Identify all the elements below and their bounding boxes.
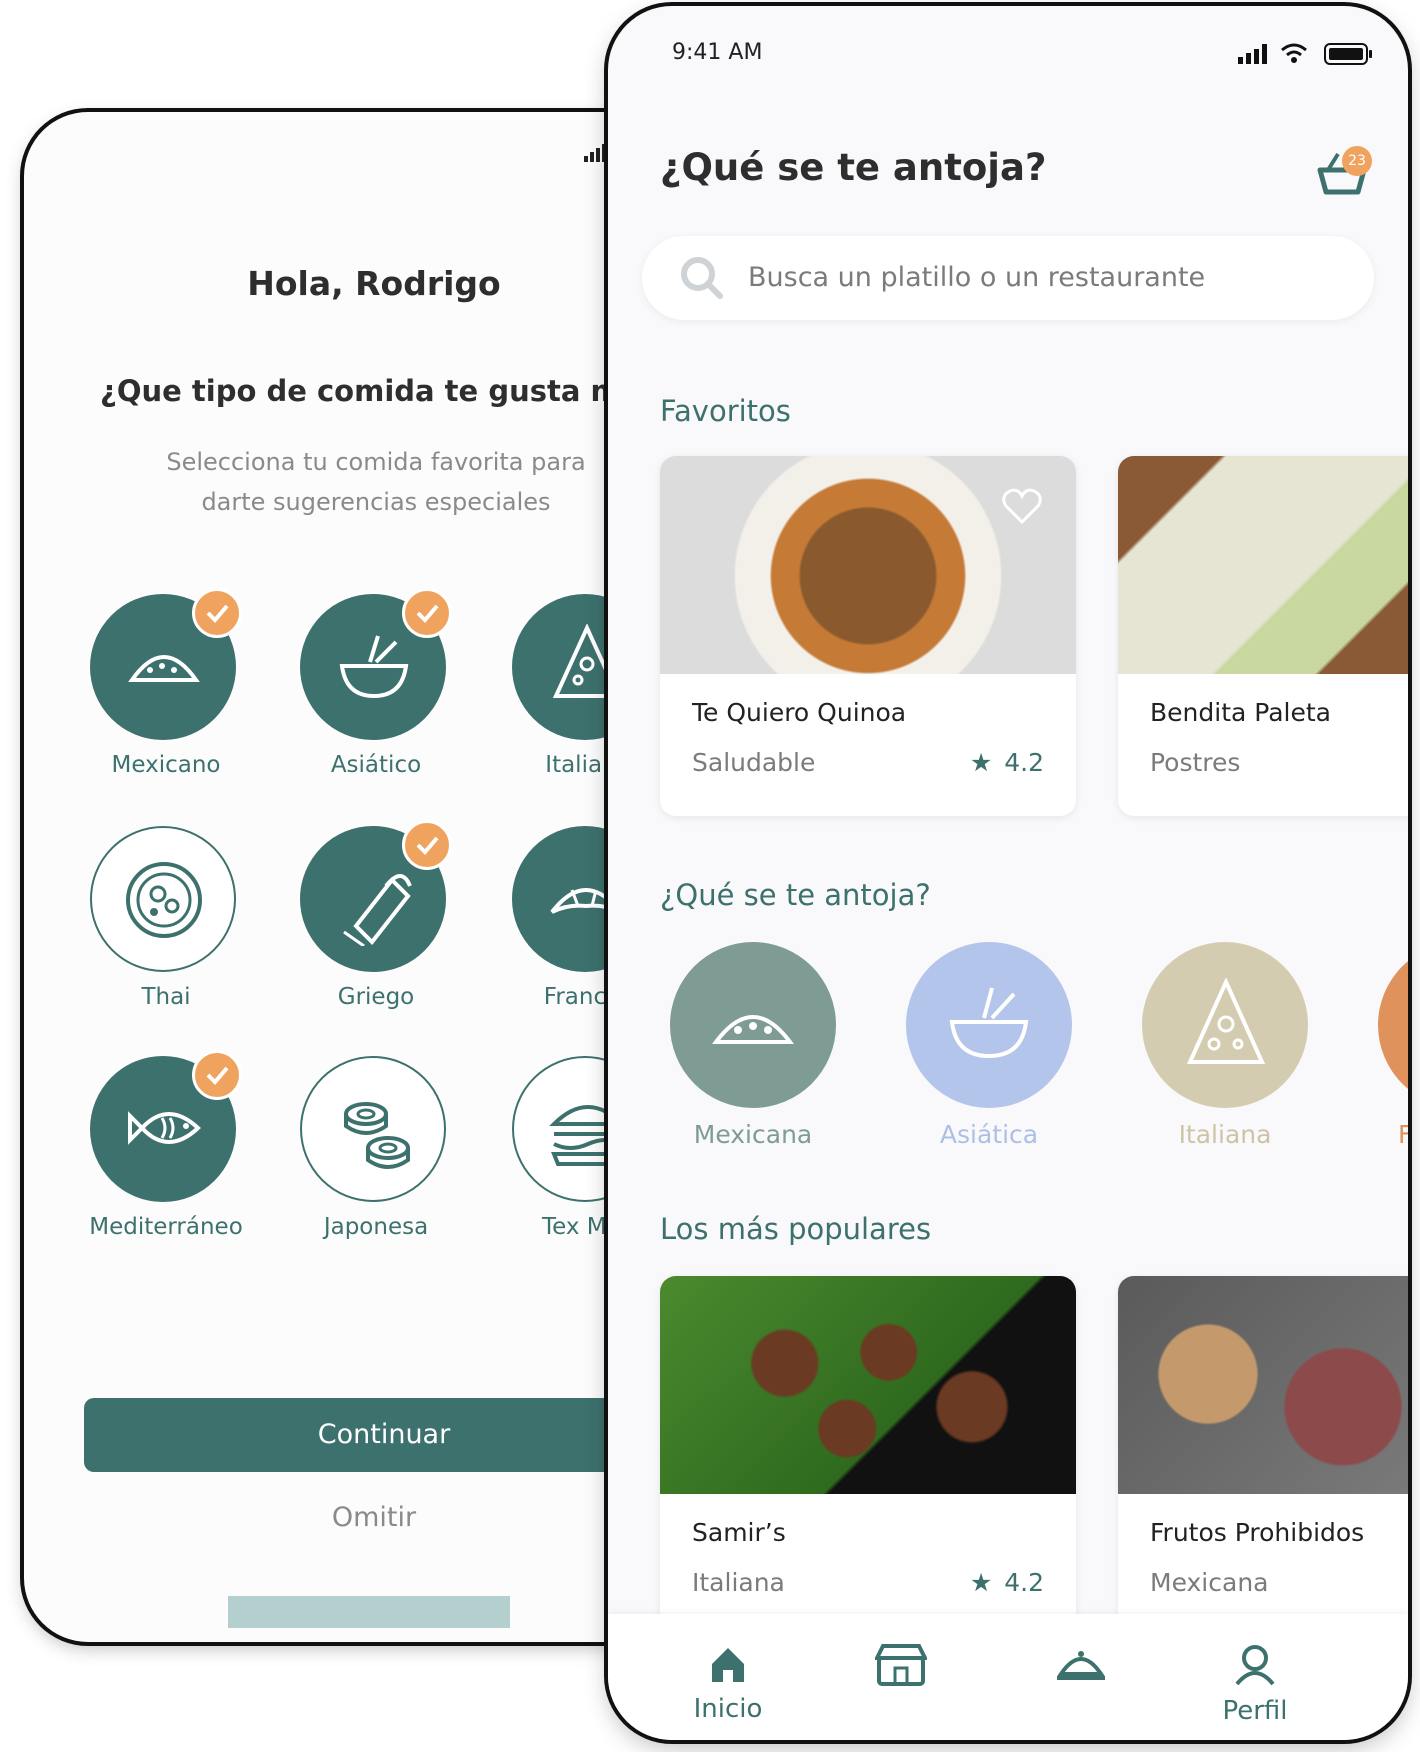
popular-card[interactable]: Samir’s Italiana ★ 4.2 bbox=[660, 1276, 1076, 1636]
restaurant-name: Te Quiero Quinoa bbox=[692, 698, 907, 727]
favorites-title: Favoritos bbox=[660, 394, 791, 428]
star-icon: ★ bbox=[969, 1568, 993, 1597]
search-bar[interactable]: Busca un platillo o un restaurante bbox=[642, 236, 1374, 320]
dish-image bbox=[660, 1276, 1076, 1494]
star-icon: ★ bbox=[969, 748, 993, 777]
nav-label: Perfil bbox=[1222, 1696, 1288, 1726]
rating: ★ 4.2 bbox=[970, 1568, 1044, 1597]
home-icon bbox=[712, 1648, 744, 1682]
cuisine-option-partial[interactable] bbox=[1378, 942, 1408, 1108]
popular-title: Los más populares bbox=[660, 1212, 932, 1246]
category-option-japonesa[interactable] bbox=[300, 1056, 452, 1208]
nav-item-perfil[interactable]: Perfil bbox=[1180, 1644, 1330, 1726]
onboarding-subtitle: Selecciona tu comida favorita para darte… bbox=[76, 442, 676, 522]
bowl-chopsticks-icon bbox=[949, 987, 1029, 1059]
cuisine-option-italiana[interactable] bbox=[1142, 942, 1308, 1108]
selected-check-icon bbox=[192, 588, 242, 638]
category-label: Griego bbox=[337, 984, 415, 1010]
subtitle-line-2: darte sugerencias especiales bbox=[201, 488, 551, 516]
cravings-title: ¿Qué se te antoja? bbox=[660, 878, 931, 912]
nav-label: Inicio bbox=[693, 1694, 763, 1724]
category-option-griego[interactable] bbox=[300, 820, 452, 978]
cart-count-badge: 23 bbox=[1342, 146, 1372, 176]
taco-icon bbox=[128, 655, 200, 682]
rating-value: 4.2 bbox=[1004, 1568, 1044, 1597]
bowl-chopsticks-icon bbox=[339, 635, 409, 699]
restaurant-category: Mexicana bbox=[1150, 1568, 1269, 1597]
category-option-mexicano[interactable] bbox=[90, 588, 242, 746]
favorite-card[interactable]: Bendita Paleta Postres bbox=[1118, 456, 1408, 816]
cuisine-label: Mexicana bbox=[693, 1120, 813, 1149]
heart-icon[interactable] bbox=[1000, 486, 1044, 526]
sushi-icon bbox=[344, 1102, 410, 1169]
dish-image bbox=[1118, 456, 1408, 674]
restaurant-category: Postres bbox=[1150, 748, 1241, 777]
category-label: Thai bbox=[141, 984, 191, 1010]
nav-item-restaurants[interactable] bbox=[826, 1644, 976, 1696]
bottom-nav: Inicio Perfil bbox=[608, 1614, 1408, 1740]
restaurant-name: Samir’s bbox=[692, 1518, 786, 1547]
thai-plate-icon bbox=[126, 862, 202, 938]
restaurant-name: Frutos Prohibidos bbox=[1150, 1518, 1365, 1547]
nav-item-inicio[interactable]: Inicio bbox=[653, 1644, 803, 1724]
gyro-wrap-icon bbox=[343, 874, 412, 946]
cuisine-option-asiatica[interactable] bbox=[906, 942, 1072, 1108]
page-title: ¿Qué se te antoja? bbox=[660, 146, 1047, 189]
rating: ★ 4.2 bbox=[970, 748, 1044, 777]
selected-check-icon bbox=[402, 820, 452, 870]
cuisine-option-mexicana[interactable] bbox=[670, 942, 836, 1108]
category-option-thai[interactable] bbox=[90, 826, 242, 978]
status-time: 9:41 AM bbox=[672, 40, 763, 65]
store-icon bbox=[873, 1644, 929, 1686]
search-input[interactable]: Busca un platillo o un restaurante bbox=[748, 262, 1205, 293]
favorite-card[interactable]: Te Quiero Quinoa Saludable ★ 4.2 bbox=[660, 456, 1076, 816]
category-label: Mexicano bbox=[111, 752, 221, 778]
fish-icon bbox=[128, 1111, 201, 1145]
home-screen: 9:41 AM ¿Qué se te antoja? 23 Busca un p… bbox=[608, 6, 1408, 1740]
subtitle-line-1: Selecciona tu comida favorita para bbox=[166, 448, 586, 476]
cuisine-circle bbox=[1378, 942, 1408, 1108]
cuisine-label: Asiática bbox=[939, 1120, 1039, 1149]
wifi-icon bbox=[1280, 42, 1308, 68]
cart-button[interactable]: 23 bbox=[1314, 142, 1374, 202]
cloche-icon bbox=[1057, 1651, 1105, 1680]
progress-bar bbox=[228, 1596, 510, 1628]
rating-value: 4.2 bbox=[1004, 748, 1044, 777]
signal-icon bbox=[1238, 44, 1270, 68]
pizza-slice-icon bbox=[1186, 978, 1266, 1064]
nav-item-orders[interactable] bbox=[1006, 1644, 1156, 1696]
cuisine-label: F bbox=[1398, 1120, 1408, 1149]
category-label: Asiático bbox=[330, 752, 422, 778]
taco-icon bbox=[712, 1015, 794, 1044]
user-icon bbox=[1235, 1645, 1275, 1686]
dish-image bbox=[1118, 1276, 1408, 1494]
cuisine-label: Italiana bbox=[1178, 1120, 1272, 1149]
selected-check-icon bbox=[402, 588, 452, 638]
category-label: Japonesa bbox=[323, 1214, 429, 1240]
category-option-asiatico[interactable] bbox=[300, 588, 452, 746]
search-icon bbox=[681, 257, 723, 299]
category-label: Mediterráneo bbox=[89, 1214, 243, 1240]
restaurant-category: Italiana bbox=[692, 1568, 785, 1597]
category-option-mediterraneo[interactable] bbox=[90, 1050, 242, 1208]
continue-button[interactable]: Continuar bbox=[84, 1398, 684, 1472]
selected-check-icon bbox=[192, 1050, 242, 1100]
restaurant-name: Bendita Paleta bbox=[1150, 698, 1331, 727]
restaurant-category: Saludable bbox=[692, 748, 816, 777]
battery-icon bbox=[1324, 42, 1374, 70]
signal-icon bbox=[584, 144, 608, 166]
popular-card[interactable]: Frutos Prohibidos Mexicana bbox=[1118, 1276, 1408, 1636]
